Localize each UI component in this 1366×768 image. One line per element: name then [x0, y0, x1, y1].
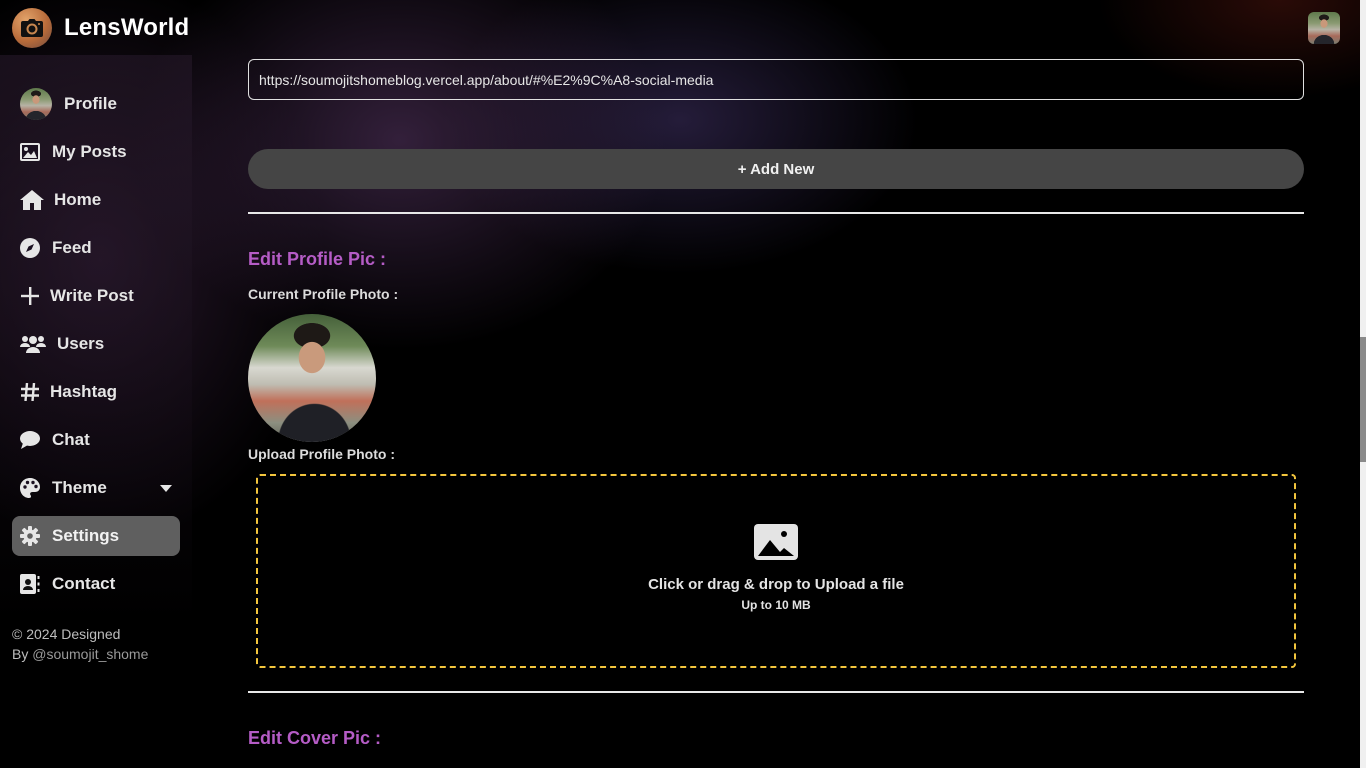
copyright-line: © 2024 Designed	[12, 626, 121, 642]
scrollbar-thumb[interactable]	[1360, 337, 1366, 462]
sidebar-item-label: Users	[57, 334, 105, 353]
sidebar-item-settings[interactable]: Settings	[12, 516, 180, 556]
edit-profile-pic-heading: Edit Profile Pic :	[248, 249, 387, 269]
app-name: LensWorld	[64, 14, 190, 41]
users-icon	[20, 334, 46, 354]
sidebar-item-label: Home	[54, 190, 102, 209]
gear-icon	[20, 526, 40, 546]
contact-book-icon	[20, 574, 40, 594]
chevron-down-icon[interactable]	[160, 485, 172, 492]
sidebar-item-label: Hashtag	[50, 382, 118, 401]
sidebar-item-label: Chat	[52, 430, 90, 449]
sidebar-item-write-post[interactable]: Write Post	[12, 276, 180, 316]
current-profile-photo-label: Current Profile Photo :	[248, 286, 399, 302]
sidebar-item-chat[interactable]: Chat	[12, 420, 180, 460]
home-icon	[20, 190, 44, 210]
sidebar-item-hashtag[interactable]: Hashtag	[12, 372, 180, 412]
image-upload-icon	[754, 524, 798, 560]
brand[interactable]: LensWorld	[12, 8, 189, 48]
hashtag-icon	[20, 382, 40, 402]
sidebar: LensWorld Profile My Posts Home Feed Wri…	[0, 0, 192, 768]
social-link-input[interactable]	[248, 59, 1304, 100]
plus-icon	[20, 286, 40, 306]
sidebar-item-label: Profile	[64, 94, 117, 113]
sidebar-item-home[interactable]: Home	[12, 180, 180, 220]
current-profile-photo	[248, 314, 376, 442]
sidebar-item-my-posts[interactable]: My Posts	[12, 132, 180, 172]
page-scrollbar[interactable]	[1360, 0, 1366, 768]
camera-icon	[12, 8, 52, 48]
copyright-note: © 2024 Designed By @soumojit_shome	[12, 624, 148, 664]
dropzone-size-limit: Up to 10 MB	[741, 598, 811, 612]
chat-bubble-icon	[20, 430, 40, 450]
add-new-link-button[interactable]: + Add New	[248, 149, 1304, 189]
sidebar-item-label: Theme	[52, 478, 107, 497]
sidebar-item-theme[interactable]: Theme	[12, 468, 180, 508]
dropzone-instruction: Click or drag & drop to Upload a file	[648, 576, 904, 593]
upload-profile-photo-label: Upload Profile Photo :	[248, 446, 395, 462]
section-divider	[248, 212, 1304, 214]
profile-photo-dropzone[interactable]: Click or drag & drop to Upload a file Up…	[256, 474, 1296, 668]
sidebar-item-contact[interactable]: Contact	[12, 564, 180, 604]
user-avatar-button[interactable]	[1308, 12, 1340, 44]
author-handle-link[interactable]: @soumojit_shome	[32, 646, 148, 662]
sidebar-item-label: Contact	[52, 574, 116, 593]
edit-cover-pic-heading: Edit Cover Pic :	[248, 728, 382, 748]
section-divider	[248, 691, 1304, 693]
image-icon	[20, 142, 40, 162]
sidebar-item-label: Write Post	[50, 286, 134, 305]
sidebar-item-label: My Posts	[52, 142, 127, 161]
sidebar-item-label: Feed	[52, 238, 92, 257]
copyright-by: By	[12, 646, 33, 662]
sidebar-item-feed[interactable]: Feed	[12, 228, 180, 268]
palette-icon	[20, 478, 40, 498]
sidebar-nav: Profile My Posts Home Feed Write Post Us…	[12, 80, 180, 612]
user-avatar	[20, 88, 52, 120]
sidebar-item-profile[interactable]: Profile	[12, 80, 180, 128]
sidebar-item-users[interactable]: Users	[12, 324, 180, 364]
compass-icon	[20, 238, 40, 258]
sidebar-item-label: Settings	[52, 526, 120, 545]
